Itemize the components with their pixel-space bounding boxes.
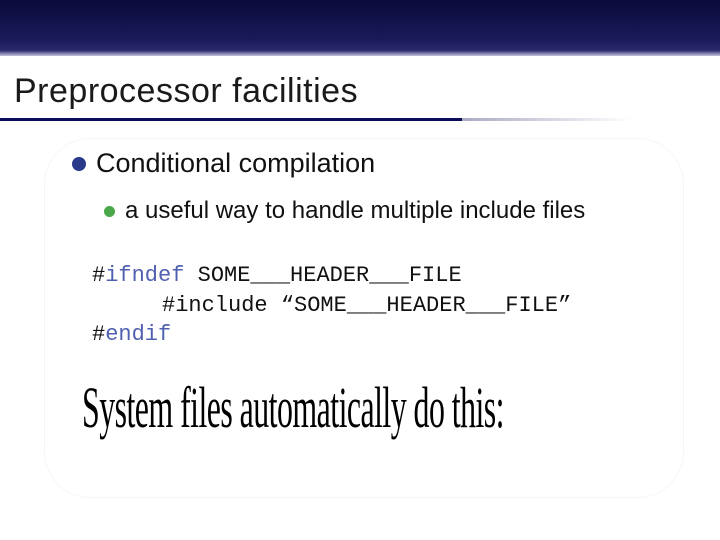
sub-bullet-text: a useful way to handle multiple include … <box>125 197 585 225</box>
bullet-level2: a useful way to handle multiple include … <box>104 197 710 225</box>
bullet-level1: Conditional compilation <box>72 148 710 179</box>
banner-text: System files automatically do this: <box>82 374 427 441</box>
code-line-1: #ifndef SOME___HEADER___FILE <box>92 261 710 291</box>
title-underline-fade <box>462 118 632 121</box>
code-hash: # <box>92 322 105 347</box>
bullet-text: Conditional compilation <box>96 148 375 179</box>
code-block: #ifndef SOME___HEADER___FILE #include “S… <box>92 261 710 350</box>
code-line-3: #endif <box>92 320 710 350</box>
bullet-icon <box>72 157 86 171</box>
title-underline <box>0 118 462 121</box>
code-keyword-ifndef: ifndef <box>105 263 184 288</box>
slide-topbar <box>0 0 720 56</box>
code-keyword-endif: endif <box>105 322 171 347</box>
code-line-2: #include “SOME___HEADER___FILE” <box>92 291 710 321</box>
code-symbol: SOME___HEADER___FILE <box>184 263 461 288</box>
sub-bullet-icon <box>104 206 115 217</box>
code-hash: # <box>92 263 105 288</box>
title-wrap: Preprocessor facilities <box>14 72 358 111</box>
code-include-line: #include “SOME___HEADER___FILE” <box>162 293 571 318</box>
slide-title: Preprocessor facilities <box>14 72 358 111</box>
content-area: Conditional compilation a useful way to … <box>72 148 710 441</box>
